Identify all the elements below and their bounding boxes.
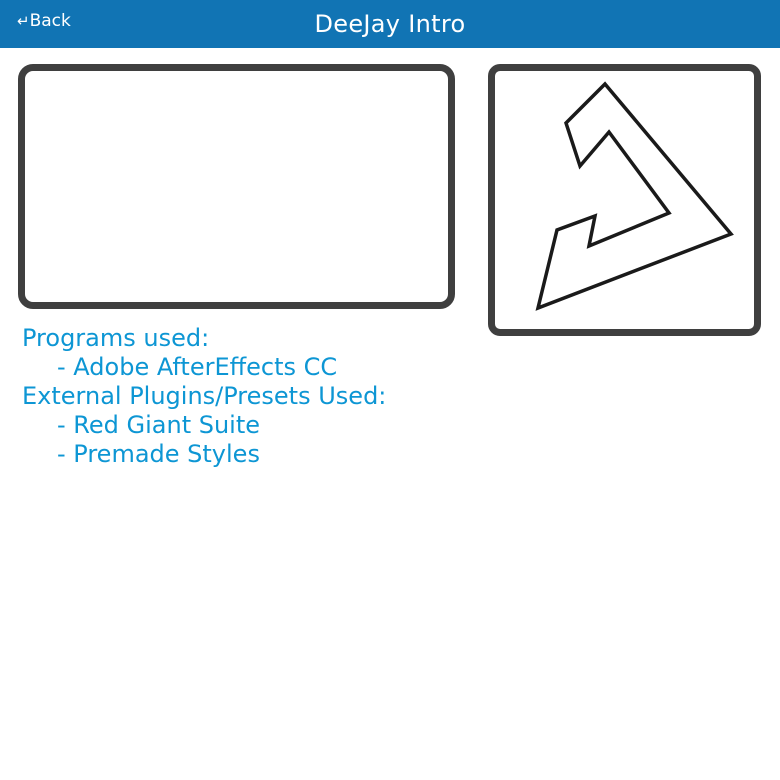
logo-frame [488,64,761,336]
header-bar: ↵Back DeeJay Intro [0,0,780,48]
deejay-logo-icon [535,81,734,311]
page-title: DeeJay Intro [314,10,466,38]
plugin-item: - Premade Styles [57,440,260,468]
video-player[interactable] [18,64,455,309]
video-area[interactable] [29,74,444,299]
plugin-item: - Red Giant Suite [57,411,261,439]
program-item: - Adobe AfterEffects CC [57,353,338,381]
project-info: Programs used: - Adobe AfterEffects CC E… [22,324,386,469]
plugins-heading: External Plugins/Presets Used: [22,382,387,410]
programs-heading: Programs used: [22,324,210,352]
